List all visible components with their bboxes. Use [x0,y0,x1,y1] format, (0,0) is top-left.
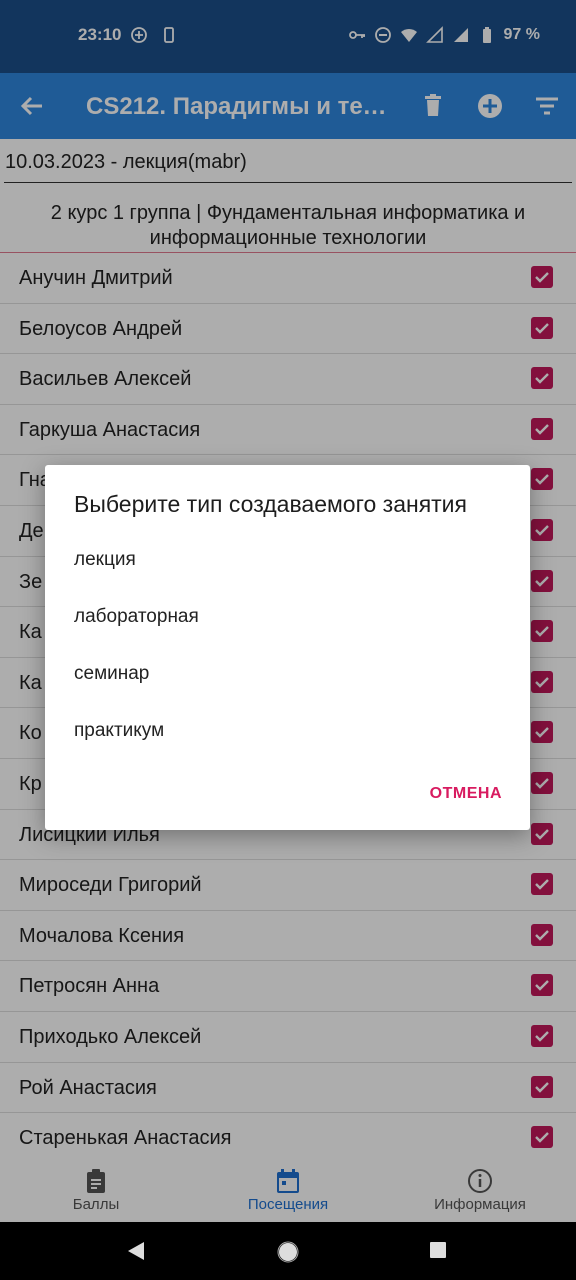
dialog-option-seminar[interactable]: семинар [74,663,149,685]
system-navigation-bar [0,1222,576,1280]
dialog-option-practicum[interactable]: практикум [74,720,164,742]
lesson-type-dialog: Выберите тип создаваемого занятия лекция… [45,465,530,830]
dialog-option-lab[interactable]: лабораторная [74,606,199,628]
cancel-button[interactable]: ОТМЕНА [430,785,502,803]
dialog-option-lecture[interactable]: лекция [74,549,136,571]
dialog-title: Выберите тип создаваемого занятия [74,491,467,517]
recents-square-icon[interactable] [429,1241,447,1259]
back-triangle-icon[interactable] [126,1241,146,1261]
home-circle-icon[interactable] [277,1241,299,1263]
